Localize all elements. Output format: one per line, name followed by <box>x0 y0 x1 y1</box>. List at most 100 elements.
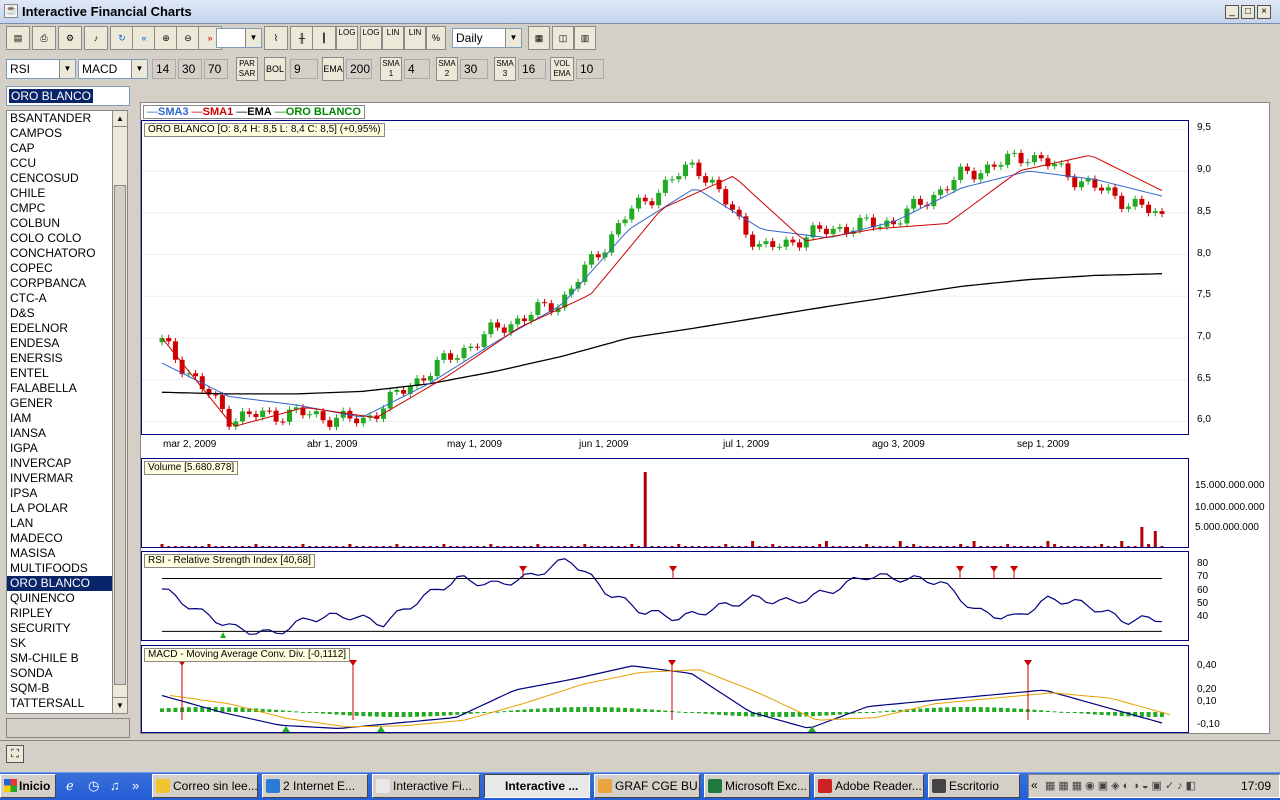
taskbar-item[interactable]: Interactive ... <box>484 774 590 798</box>
symbol-item[interactable]: FALABELLA <box>7 381 115 396</box>
symbol-item[interactable]: TATTERSALL <box>7 696 115 711</box>
zoom-select[interactable]: ▼ <box>216 28 262 48</box>
linear-scale-button[interactable]: LIN <box>382 26 404 50</box>
symbol-item[interactable]: SM-CHILE B <box>7 651 115 666</box>
scroll-left-icon[interactable]: « <box>132 26 156 50</box>
fit-screen-icon[interactable]: ⛶ <box>6 745 24 763</box>
linear-compare-button[interactable]: LIN <box>404 26 426 50</box>
clock-app-icon[interactable]: ◷ <box>88 778 99 794</box>
symbol-item[interactable]: SECURITY <box>7 621 115 636</box>
quicklaunch-more-icon[interactable]: » <box>132 778 139 793</box>
candlestick-icon[interactable]: ┃ <box>312 26 336 50</box>
log-scale-button[interactable]: LOG <box>336 26 358 50</box>
rsi-plot[interactable]: RSI - Relative Strength Index [40,68] <box>141 551 1189 641</box>
start-button[interactable]: Inicio <box>0 774 56 798</box>
save-icon[interactable]: ▤ <box>6 26 30 50</box>
zoom-in-icon[interactable]: ⊕ <box>154 26 178 50</box>
symbol-item[interactable]: IPSA <box>7 486 115 501</box>
symbol-item[interactable]: MADECO <box>7 531 115 546</box>
settings-icon[interactable]: ⚙ <box>58 26 82 50</box>
rsi-period-field[interactable]: 14 <box>152 59 176 79</box>
sma1-button[interactable]: SMA 1 <box>380 57 402 81</box>
symbol-item[interactable]: CAP <box>7 141 115 156</box>
symbol-item[interactable]: CHILE <box>7 186 115 201</box>
parsar-button[interactable]: PAR SAR <box>236 57 258 81</box>
symbol-item[interactable]: SQM-B <box>7 681 115 696</box>
maximize-button[interactable]: □ <box>1241 5 1255 19</box>
symbol-item[interactable]: RIPLEY <box>7 606 115 621</box>
chart-panel[interactable]: —SMA3 —SMA1 —EMA —ORO BLANCO ORO BLANCO … <box>140 102 1270 734</box>
symbol-item[interactable]: ENTEL <box>7 366 115 381</box>
scroll-down-icon[interactable]: ▼ <box>113 697 127 713</box>
ema-field[interactable]: 200 <box>346 59 372 79</box>
zoom-out-icon[interactable]: ⊖ <box>176 26 200 50</box>
symbol-item[interactable]: ORO BLANCO <box>7 576 115 591</box>
symbol-search-input[interactable]: ORO BLANCO <box>6 86 130 106</box>
bollinger-field[interactable]: 9 <box>290 59 318 79</box>
bollinger-button[interactable]: BOL <box>264 57 286 81</box>
taskbar-item[interactable]: GRAF CGE BU... <box>594 774 700 798</box>
sma2-button[interactable]: SMA 2 <box>436 57 458 81</box>
taskbar-item[interactable]: Escritorio <box>928 774 1020 798</box>
price-plot[interactable]: ORO BLANCO [O: 8,4 H: 8,5 L: 8,4 C: 8,5]… <box>141 120 1189 435</box>
symbol-item[interactable]: MASISA <box>7 546 115 561</box>
symbol-item[interactable]: IGPA <box>7 441 115 456</box>
bar-chart-icon[interactable]: ╫ <box>290 26 314 50</box>
symbol-item[interactable]: BSANTANDER <box>7 111 115 126</box>
symbol-item[interactable]: CAMPOS <box>7 126 115 141</box>
ie-icon[interactable]: ℯ <box>66 778 74 794</box>
symbol-item[interactable]: CMPC <box>7 201 115 216</box>
symbol-item[interactable]: COLBUN <box>7 216 115 231</box>
close-button[interactable]: × <box>1257 5 1271 19</box>
symbol-item[interactable]: D&S <box>7 306 115 321</box>
macd-plot[interactable]: MACD - Moving Average Conv. Div. [-0,111… <box>141 645 1189 733</box>
symbol-item[interactable]: INVERMAR <box>7 471 115 486</box>
symbol-item[interactable]: EDELNOR <box>7 321 115 336</box>
volema-field[interactable]: 10 <box>576 59 604 79</box>
symbol-item[interactable]: CENCOSUD <box>7 171 115 186</box>
symbol-list[interactable]: BSANTANDER CAMPOS CAP CCU CENCOSUD CHILE CMPC C… <box>6 110 116 714</box>
taskbar-item[interactable]: Adobe Reader... <box>814 774 924 798</box>
symbol-item[interactable]: COLO COLO <box>7 231 115 246</box>
log-compare-button[interactable]: LOG <box>360 26 382 50</box>
sma1-field[interactable]: 4 <box>404 59 430 79</box>
minimize-button[interactable]: _ <box>1225 5 1239 19</box>
symbol-item[interactable]: CONCHATORO <box>7 246 115 261</box>
media-icon[interactable]: ♫ <box>110 778 120 793</box>
symbol-item[interactable]: IAM <box>7 411 115 426</box>
symbol-item[interactable]: LA POLAR <box>7 501 115 516</box>
taskbar-item[interactable]: Interactive Fi... <box>372 774 480 798</box>
sma3-field[interactable]: 16 <box>518 59 546 79</box>
symbol-list-scrollbar[interactable]: ▲ ▼ <box>112 110 128 714</box>
tray-expand-icon[interactable]: « <box>1031 778 1038 792</box>
symbol-item[interactable]: ENERSIS <box>7 351 115 366</box>
period-select[interactable]: Daily ▼ <box>452 28 522 48</box>
symbol-item[interactable]: INVERCAP <box>7 456 115 471</box>
symbol-item[interactable]: IANSA <box>7 426 115 441</box>
rsi-low-field[interactable]: 30 <box>178 59 202 79</box>
chart-settings-icon[interactable]: ◫ <box>552 26 574 50</box>
sma3-button[interactable]: SMA 3 <box>494 57 516 81</box>
symbol-item[interactable]: MULTIFOODS <box>7 561 115 576</box>
symbol-item[interactable]: CCU <box>7 156 115 171</box>
symbol-item[interactable]: ENDESA <box>7 336 115 351</box>
volume-plot[interactable]: Volume [5.680.878] <box>141 458 1189 548</box>
print-icon[interactable]: ⎙ <box>32 26 56 50</box>
sound-icon[interactable]: ♪ <box>84 26 108 50</box>
taskbar-item[interactable]: 2 Internet E... <box>262 774 368 798</box>
line-chart-icon[interactable]: ⌇ <box>264 26 288 50</box>
scroll-thumb[interactable] <box>114 185 126 685</box>
ema-button[interactable]: EMA <box>322 57 344 81</box>
taskbar-item[interactable]: Microsoft Exc... <box>704 774 810 798</box>
symbol-item[interactable]: LAN <box>7 516 115 531</box>
refresh-icon[interactable]: ↻ <box>110 26 134 50</box>
indicator1-select[interactable]: RSI ▼ <box>6 59 76 79</box>
symbol-item[interactable]: GENER <box>7 396 115 411</box>
rsi-high-field[interactable]: 70 <box>204 59 228 79</box>
symbol-item[interactable]: SK <box>7 636 115 651</box>
sma2-field[interactable]: 30 <box>460 59 488 79</box>
symbol-item[interactable]: CTC-A <box>7 291 115 306</box>
layout-icon[interactable]: ▥ <box>574 26 596 50</box>
scroll-up-icon[interactable]: ▲ <box>113 111 127 127</box>
symbol-item[interactable]: CORPBANCA <box>7 276 115 291</box>
